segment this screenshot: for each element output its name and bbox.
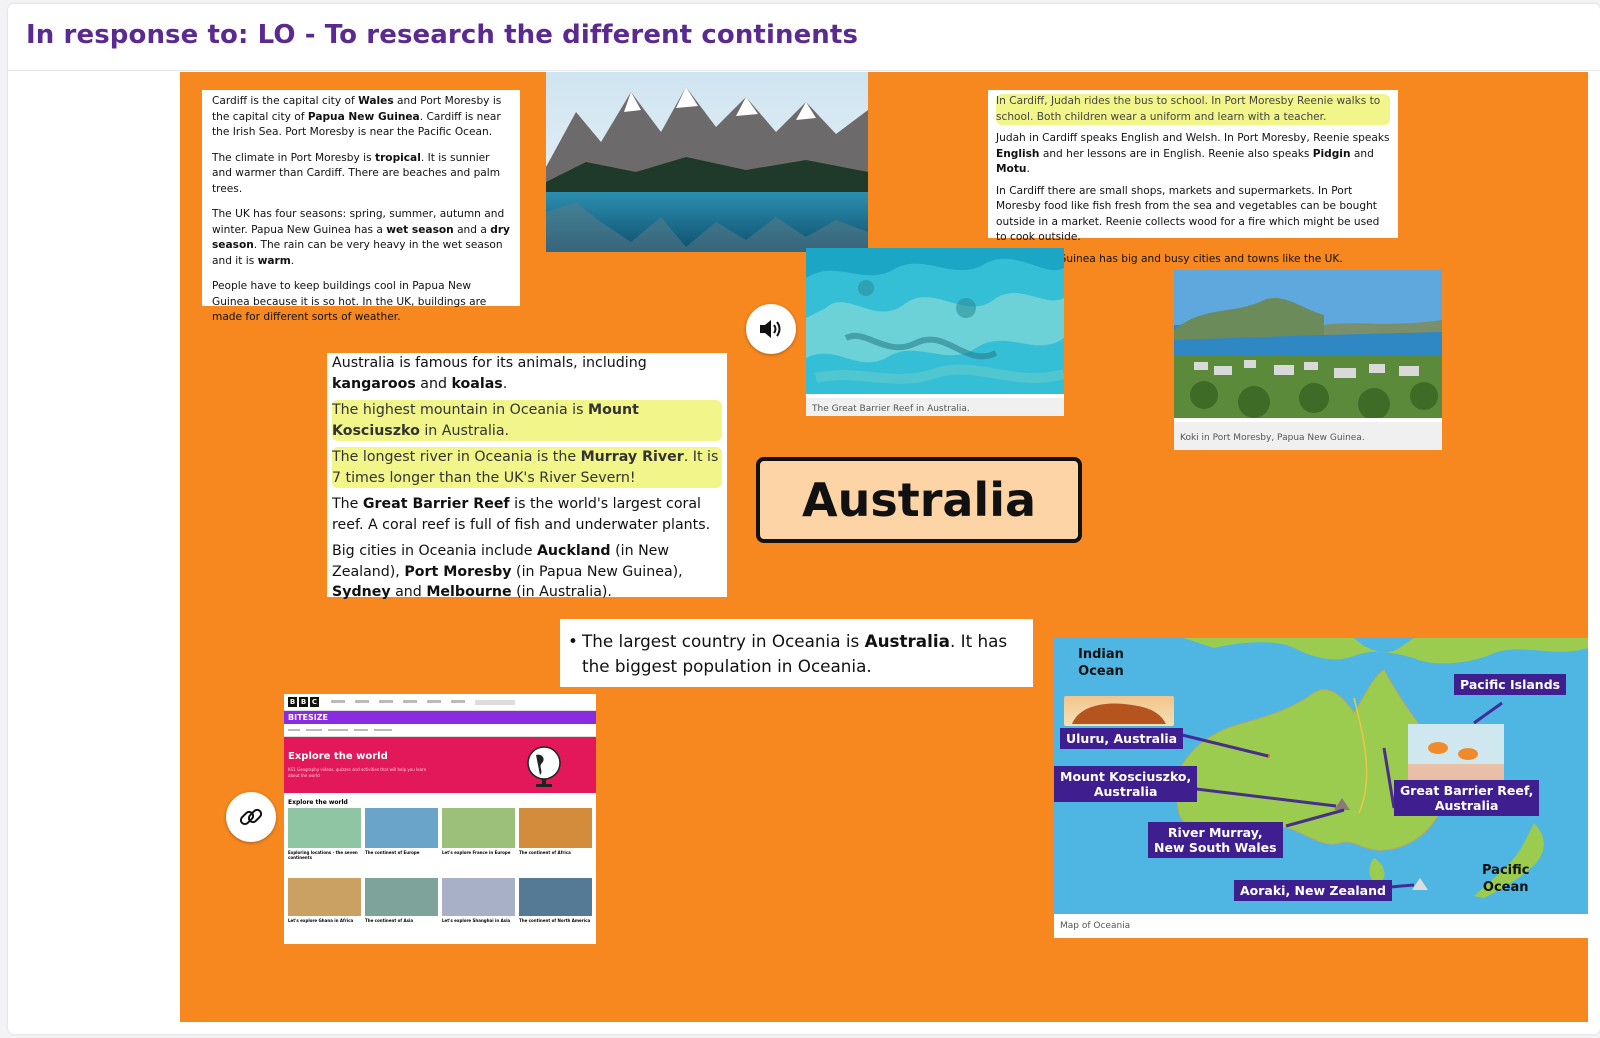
hero-subtitle: KS1 Geography videos, quizzes and activi… — [288, 767, 427, 778]
link-icon — [239, 808, 263, 826]
tag-uluru: Uluru, Australia — [1060, 728, 1184, 749]
reef-picture — [1408, 724, 1504, 780]
tag-pacific-islands: Pacific Islands — [1454, 674, 1567, 695]
bbc-card-title[interactable]: The continent of Africa — [519, 850, 592, 855]
text-box-cardiff[interactable]: Cardiff is the capital city of Wales and… — [202, 90, 520, 323]
text-box-largest-country[interactable]: • The largest country in Oceania is Aust… — [560, 619, 1033, 687]
bbc-card-title[interactable]: Let's explore Shanghai in Asia — [442, 918, 515, 923]
great-barrier-reef-photo[interactable]: The Great Barrier Reef in Australia. — [806, 248, 1064, 416]
board: Cardiff is the capital city of Wales and… — [180, 72, 1588, 1022]
bullet: • — [568, 631, 578, 651]
bbc-card-title[interactable]: Let's explore Ghana in Africa — [288, 918, 361, 923]
bbc-logo-b2: B — [299, 697, 308, 707]
page-title: In response to: LO - To research the dif… — [26, 20, 859, 50]
bbc-card-title[interactable]: The continent of Asia — [365, 918, 438, 923]
bitesize-brand-bar: BITESIZE — [284, 711, 596, 724]
section-heading: Explore the world — [288, 799, 348, 806]
bbc-card-title[interactable]: Exploring locations - the seven continen… — [288, 850, 361, 860]
map-caption: Map of Oceania — [1054, 914, 1588, 938]
bbc-card-title[interactable]: The continent of North America — [519, 918, 592, 923]
link-button[interactable] — [226, 792, 276, 842]
uluru-picture — [1064, 696, 1174, 726]
reef-caption: The Great Barrier Reef in Australia. — [806, 398, 1064, 416]
australia-label[interactable]: Australia — [756, 457, 1082, 543]
speaker-icon — [760, 320, 781, 338]
tag-river-murray: River Murray, New South Wales — [1148, 822, 1283, 858]
pacific-ocean-label: Pacific Ocean — [1482, 863, 1530, 895]
bbc-card-title[interactable]: Let's explore France in Europe — [442, 850, 515, 855]
bbc-card-title[interactable]: The continent of Europe — [365, 850, 438, 855]
tag-mount-kosciuszko: Mount Kosciuszko, Australia — [1054, 766, 1198, 802]
tag-aoraki: Aoraki, New Zealand — [1234, 880, 1392, 901]
map-canvas: Indian Ocean Pacific Ocean Pacific Islan… — [1054, 638, 1588, 914]
globe-icon — [527, 746, 561, 787]
bbc-logo-c: C — [310, 697, 319, 707]
tag-great-barrier-reef: Great Barrier Reef, Australia — [1394, 780, 1540, 816]
bbc-bitesize-link-preview[interactable]: B B C BITESIZE Explore the world KS1 Geo… — [284, 694, 596, 944]
audio-button[interactable] — [746, 304, 796, 354]
indian-ocean-label: Indian Ocean — [1078, 647, 1124, 679]
map-of-oceania[interactable]: Indian Ocean Pacific Ocean Pacific Islan… — [1054, 638, 1588, 938]
hero-title: Explore the world — [288, 751, 388, 762]
text-box-oceania[interactable]: Australia is famous for its animals, inc… — [327, 353, 727, 600]
koki-photo[interactable]: Koki in Port Moresby, Papua New Guinea. — [1174, 270, 1442, 450]
bbc-logo-b1: B — [288, 697, 297, 707]
mountain-lake-photo[interactable] — [546, 72, 868, 252]
divider — [8, 70, 1600, 71]
koki-caption: Koki in Port Moresby, Papua New Guinea. — [1174, 422, 1442, 450]
text-box-judah[interactable]: In Cardiff, Judah rides the bus to schoo… — [988, 90, 1398, 265]
